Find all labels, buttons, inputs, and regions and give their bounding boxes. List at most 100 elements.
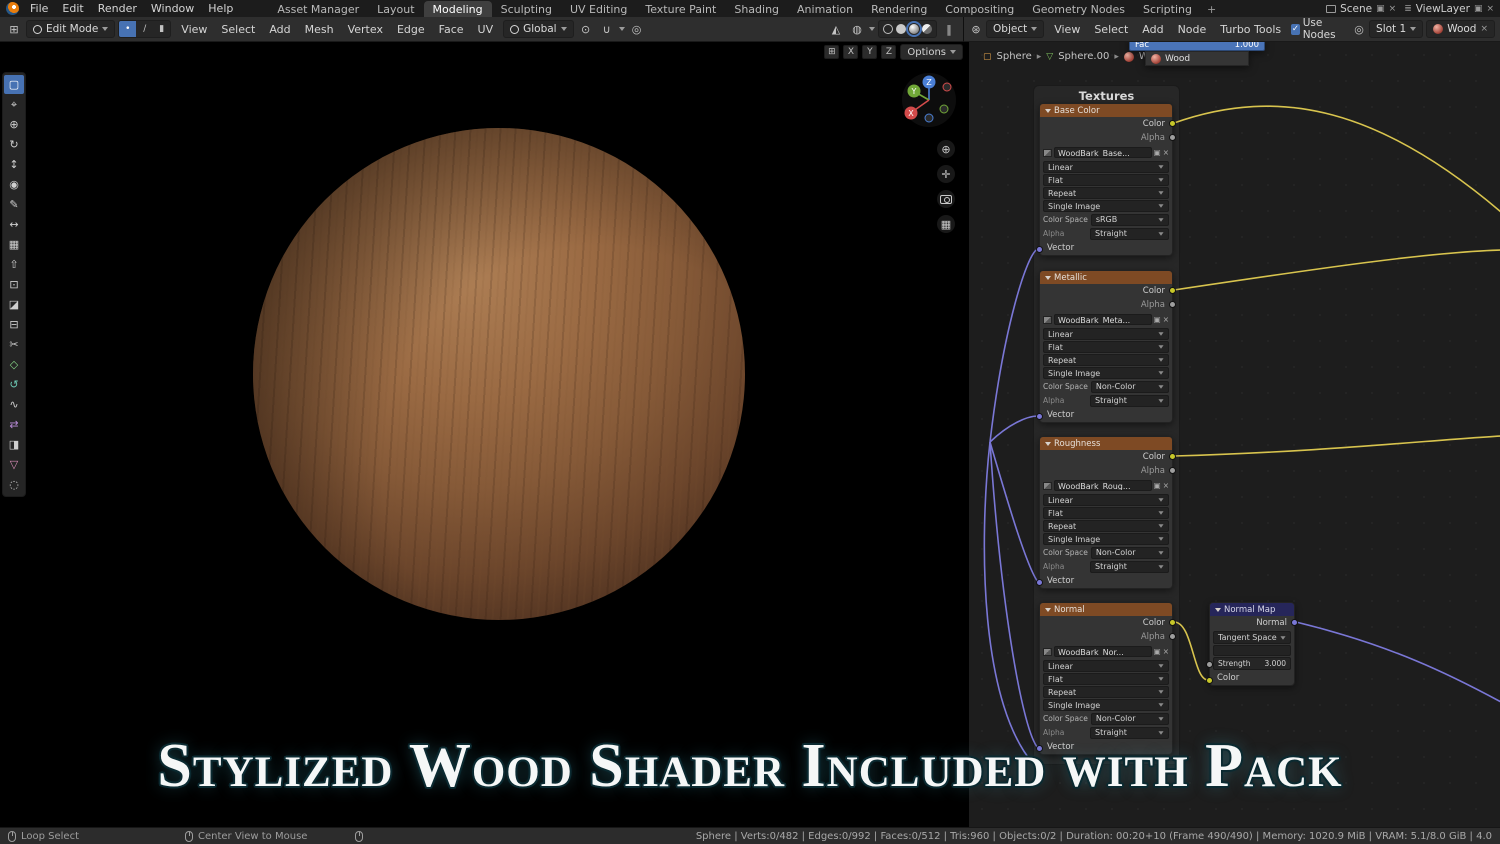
image-name-field[interactable]: WoodBark_Roug...	[1054, 480, 1152, 491]
menu-item[interactable]: Add	[1135, 23, 1170, 36]
tool-move[interactable]: ⊕	[4, 115, 24, 134]
tool-cursor[interactable]: ⌖	[4, 95, 24, 114]
delete-viewlayer-icon[interactable]: ×	[1486, 4, 1494, 14]
tool-smooth[interactable]: ∿	[4, 395, 24, 414]
menu-item[interactable]: Select	[1087, 23, 1135, 36]
mirror-y-button[interactable]: Y	[862, 45, 878, 59]
tool-extrude-region[interactable]: ⇧	[4, 255, 24, 274]
material-node-header[interactable]: Wood	[1145, 51, 1249, 66]
alpha-output-socket[interactable]	[1169, 633, 1176, 640]
tab-texture-paint[interactable]: Texture Paint	[636, 1, 725, 17]
shading-wireframe-button[interactable]	[883, 24, 894, 34]
pivot-point-button[interactable]: ⊙	[577, 20, 595, 38]
extension-dropdown[interactable]: Repeat	[1043, 354, 1169, 366]
menu-item[interactable]: Help	[201, 2, 240, 15]
vector-input-socket[interactable]	[1036, 246, 1043, 253]
material-slot-selector[interactable]: Slot 1	[1369, 20, 1424, 38]
pan-hand-icon[interactable]: ✛	[937, 165, 955, 183]
tool-rip-region[interactable]: ◌	[4, 475, 24, 494]
image-name-field[interactable]: WoodBark_Meta...	[1054, 314, 1152, 325]
mirror-x-button[interactable]: X	[843, 45, 859, 59]
viewport-3d[interactable]: ⊞ X Y Z Options ▢ ⌖ ⊕ ↻ ↕ ◉ ✎ ↔ ▦ ⇧ ⊡ ◪ …	[0, 42, 969, 827]
shading-material-button[interactable]	[906, 21, 923, 37]
unlink-icon[interactable]: ×	[1163, 480, 1169, 491]
color-space-dropdown[interactable]: Non-Color	[1090, 547, 1169, 559]
alpha-output-socket[interactable]	[1169, 467, 1176, 474]
overlays-caret-icon[interactable]	[869, 27, 876, 31]
mode-selector[interactable]: Edit Mode	[26, 20, 116, 38]
blender-logo-icon[interactable]	[6, 2, 19, 15]
tab-compositing[interactable]: Compositing	[936, 1, 1023, 17]
interpolation-dropdown[interactable]: Linear	[1043, 161, 1169, 173]
uv-map-field[interactable]	[1213, 645, 1291, 656]
material-output-overlay[interactable]: Fac 1.000 Wood	[1129, 38, 1265, 66]
image-texture-node[interactable]: Normal Color Alpha WoodBark_Nor... ▣ × L…	[1036, 602, 1176, 755]
tool-poly-build[interactable]: ◇	[4, 355, 24, 374]
alpha-mode-dropdown[interactable]: Straight	[1090, 561, 1169, 573]
color-output-socket[interactable]	[1169, 619, 1176, 626]
image-texture-node[interactable]: Roughness Color Alpha WoodBark_Roug... ▣…	[1036, 436, 1176, 589]
tab-uv-editing[interactable]: UV Editing	[561, 1, 636, 17]
tab-rendering[interactable]: Rendering	[862, 1, 936, 17]
collapse-icon[interactable]	[1215, 607, 1221, 612]
breadcrumb-object[interactable]: Sphere	[997, 51, 1032, 62]
edge-select-button[interactable]: ∕	[136, 21, 153, 37]
vector-input-socket[interactable]	[1036, 745, 1043, 752]
alpha-mode-dropdown[interactable]: Straight	[1090, 727, 1169, 739]
menu-item[interactable]: Edge	[390, 23, 432, 36]
strength-slider[interactable]: Strength 3.000	[1213, 657, 1291, 670]
tool-select-box[interactable]: ▢	[4, 75, 24, 94]
mirror-z-button[interactable]: Z	[881, 45, 897, 59]
mirror-icon[interactable]: ⊞	[824, 45, 840, 59]
source-dropdown[interactable]: Single Image	[1043, 533, 1169, 545]
viewlayer-selector[interactable]: ≣ ViewLayer ▣ ×	[1404, 3, 1494, 15]
tab-modeling[interactable]: Modeling	[423, 1, 492, 17]
fake-user-icon[interactable]: ▣	[1154, 646, 1161, 657]
fake-user-icon[interactable]: ▣	[1154, 147, 1161, 158]
source-dropdown[interactable]: Single Image	[1043, 200, 1169, 212]
source-dropdown[interactable]: Single Image	[1043, 367, 1169, 379]
menu-item[interactable]: View	[174, 23, 214, 36]
projection-dropdown[interactable]: Flat	[1043, 673, 1169, 685]
image-icon[interactable]	[1043, 481, 1052, 490]
tool-add-cube[interactable]: ▦	[4, 235, 24, 254]
image-icon[interactable]	[1043, 315, 1052, 324]
menu-item[interactable]: Node	[1171, 23, 1214, 36]
color-space-dropdown[interactable]: Non-Color	[1090, 381, 1169, 393]
projection-dropdown[interactable]: Flat	[1043, 341, 1169, 353]
tab-asset-manager[interactable]: Asset Manager	[268, 1, 368, 17]
camera-view-icon[interactable]	[937, 190, 955, 208]
normal-map-node[interactable]: Normal Map Normal Tangent Space Strength…	[1206, 602, 1298, 686]
tool-transform[interactable]: ◉	[4, 175, 24, 194]
menu-item[interactable]: Select	[214, 23, 262, 36]
strength-input-socket[interactable]	[1206, 661, 1213, 668]
menu-item[interactable]: Add	[262, 23, 297, 36]
tool-bevel[interactable]: ◪	[4, 295, 24, 314]
menu-item[interactable]: Face	[432, 23, 471, 36]
node-header[interactable]: Normal Map	[1210, 603, 1294, 616]
pin-icon[interactable]: ◎	[1352, 20, 1366, 38]
unlink-icon[interactable]: ×	[1163, 646, 1169, 657]
alpha-mode-dropdown[interactable]: Straight	[1090, 228, 1169, 240]
tool-rotate[interactable]: ↻	[4, 135, 24, 154]
shading-rendered-button[interactable]	[922, 24, 933, 34]
delete-scene-icon[interactable]: ×	[1389, 4, 1397, 14]
extension-dropdown[interactable]: Repeat	[1043, 187, 1169, 199]
alpha-output-socket[interactable]	[1169, 301, 1176, 308]
tab-sculpting[interactable]: Sculpting	[492, 1, 561, 17]
orientation-selector[interactable]: Global	[503, 20, 574, 38]
interpolation-dropdown[interactable]: Linear	[1043, 660, 1169, 672]
snap-options-caret-icon[interactable]	[618, 27, 625, 31]
space-dropdown[interactable]: Tangent Space	[1213, 631, 1291, 644]
tab-shading[interactable]: Shading	[725, 1, 788, 17]
tab-scripting[interactable]: Scripting	[1134, 1, 1201, 17]
overlays-button[interactable]: ◍	[848, 20, 866, 38]
normal-output-socket[interactable]	[1291, 619, 1298, 626]
vertex-select-button[interactable]: •	[119, 21, 137, 37]
tool-spin[interactable]: ↺	[4, 375, 24, 394]
image-name-field[interactable]: WoodBark_Base...	[1054, 147, 1152, 158]
gizmo-z-negative[interactable]	[924, 113, 934, 123]
collapse-icon[interactable]	[1045, 441, 1051, 446]
unlink-material-icon[interactable]: ×	[1480, 24, 1488, 34]
tool-measure[interactable]: ↔	[4, 215, 24, 234]
